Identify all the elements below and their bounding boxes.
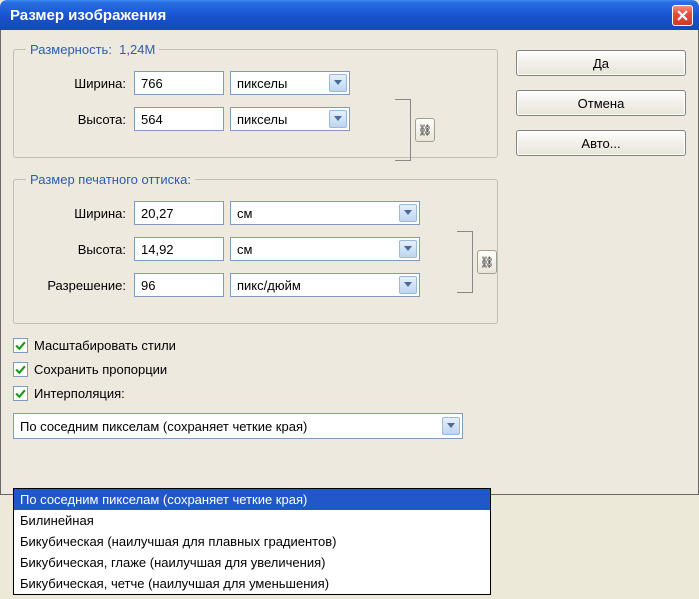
right-column: Да Отмена Авто...	[516, 42, 686, 482]
window-title: Размер изображения	[10, 7, 166, 24]
resolution-input[interactable]	[134, 273, 224, 297]
chain-icon[interactable]: ⛓	[415, 118, 435, 142]
resolution-label: Разрешение:	[26, 278, 126, 293]
interpolation-option[interactable]: Бикубическая, четче (наилучшая для умень…	[14, 573, 490, 594]
interpolation-option[interactable]: Бикубическая (наилучшая для плавных град…	[14, 531, 490, 552]
checkbox-group: Масштабировать стили Сохранить пропорции…	[13, 338, 498, 401]
chevron-down-icon	[399, 276, 417, 294]
cancel-button[interactable]: Отмена	[516, 90, 686, 116]
link-wh-bracket: ⛓	[395, 99, 435, 161]
interpolation-option[interactable]: По соседним пикселам (сохраняет четкие к…	[14, 489, 490, 510]
interpolation-option[interactable]: Билинейная	[14, 510, 490, 531]
close-button[interactable]	[672, 5, 693, 26]
checkmark-icon	[13, 362, 28, 377]
pixel-width-input[interactable]	[134, 71, 224, 95]
interpolation-select[interactable]: По соседним пикселам (сохраняет четкие к…	[13, 413, 463, 439]
print-height-label: Высота:	[26, 242, 126, 257]
chain-icon[interactable]: ⛓	[477, 250, 497, 274]
link-print-bracket: ⛓	[457, 231, 497, 293]
dialog-body: Размерность: 1,24M Ширина: пикселы Высот…	[0, 30, 699, 495]
chevron-down-icon	[442, 417, 460, 435]
interpolation-dropdown-list: По соседним пикселам (сохраняет четкие к…	[13, 488, 491, 595]
chevron-down-icon	[329, 110, 347, 128]
resolution-unit-select[interactable]: пикс/дюйм	[230, 273, 420, 297]
checkmark-icon	[13, 338, 28, 353]
pixel-height-input[interactable]	[134, 107, 224, 131]
title-bar: Размер изображения	[0, 0, 699, 30]
print-height-input[interactable]	[134, 237, 224, 261]
constrain-proportions-checkbox[interactable]: Сохранить пропорции	[13, 362, 498, 377]
chevron-down-icon	[399, 204, 417, 222]
close-icon	[677, 10, 688, 21]
print-size-legend: Размер печатного оттиска:	[26, 172, 195, 187]
print-width-label: Ширина:	[26, 206, 126, 221]
scale-styles-checkbox[interactable]: Масштабировать стили	[13, 338, 498, 353]
print-width-unit-select[interactable]: см	[230, 201, 420, 225]
pixel-dimensions-group: Размерность: 1,24M Ширина: пикселы Высот…	[13, 42, 498, 158]
width-label: Ширина:	[26, 76, 126, 91]
interpolation-option[interactable]: Бикубическая, глаже (наилучшая для увели…	[14, 552, 490, 573]
chevron-down-icon	[399, 240, 417, 258]
chevron-down-icon	[329, 74, 347, 92]
print-width-input[interactable]	[134, 201, 224, 225]
pixel-width-unit-select[interactable]: пикселы	[230, 71, 350, 95]
pixel-dimensions-legend: Размерность: 1,24M	[26, 42, 159, 57]
ok-button[interactable]: Да	[516, 50, 686, 76]
print-size-group: Размер печатного оттиска: Ширина: см Выс…	[13, 172, 498, 324]
pixel-height-unit-select[interactable]: пикселы	[230, 107, 350, 131]
print-height-unit-select[interactable]: см	[230, 237, 420, 261]
interpolation-checkbox[interactable]: Интерполяция:	[13, 386, 498, 401]
height-label: Высота:	[26, 112, 126, 127]
auto-button[interactable]: Авто...	[516, 130, 686, 156]
left-column: Размерность: 1,24M Ширина: пикселы Высот…	[13, 42, 498, 482]
checkmark-icon	[13, 386, 28, 401]
